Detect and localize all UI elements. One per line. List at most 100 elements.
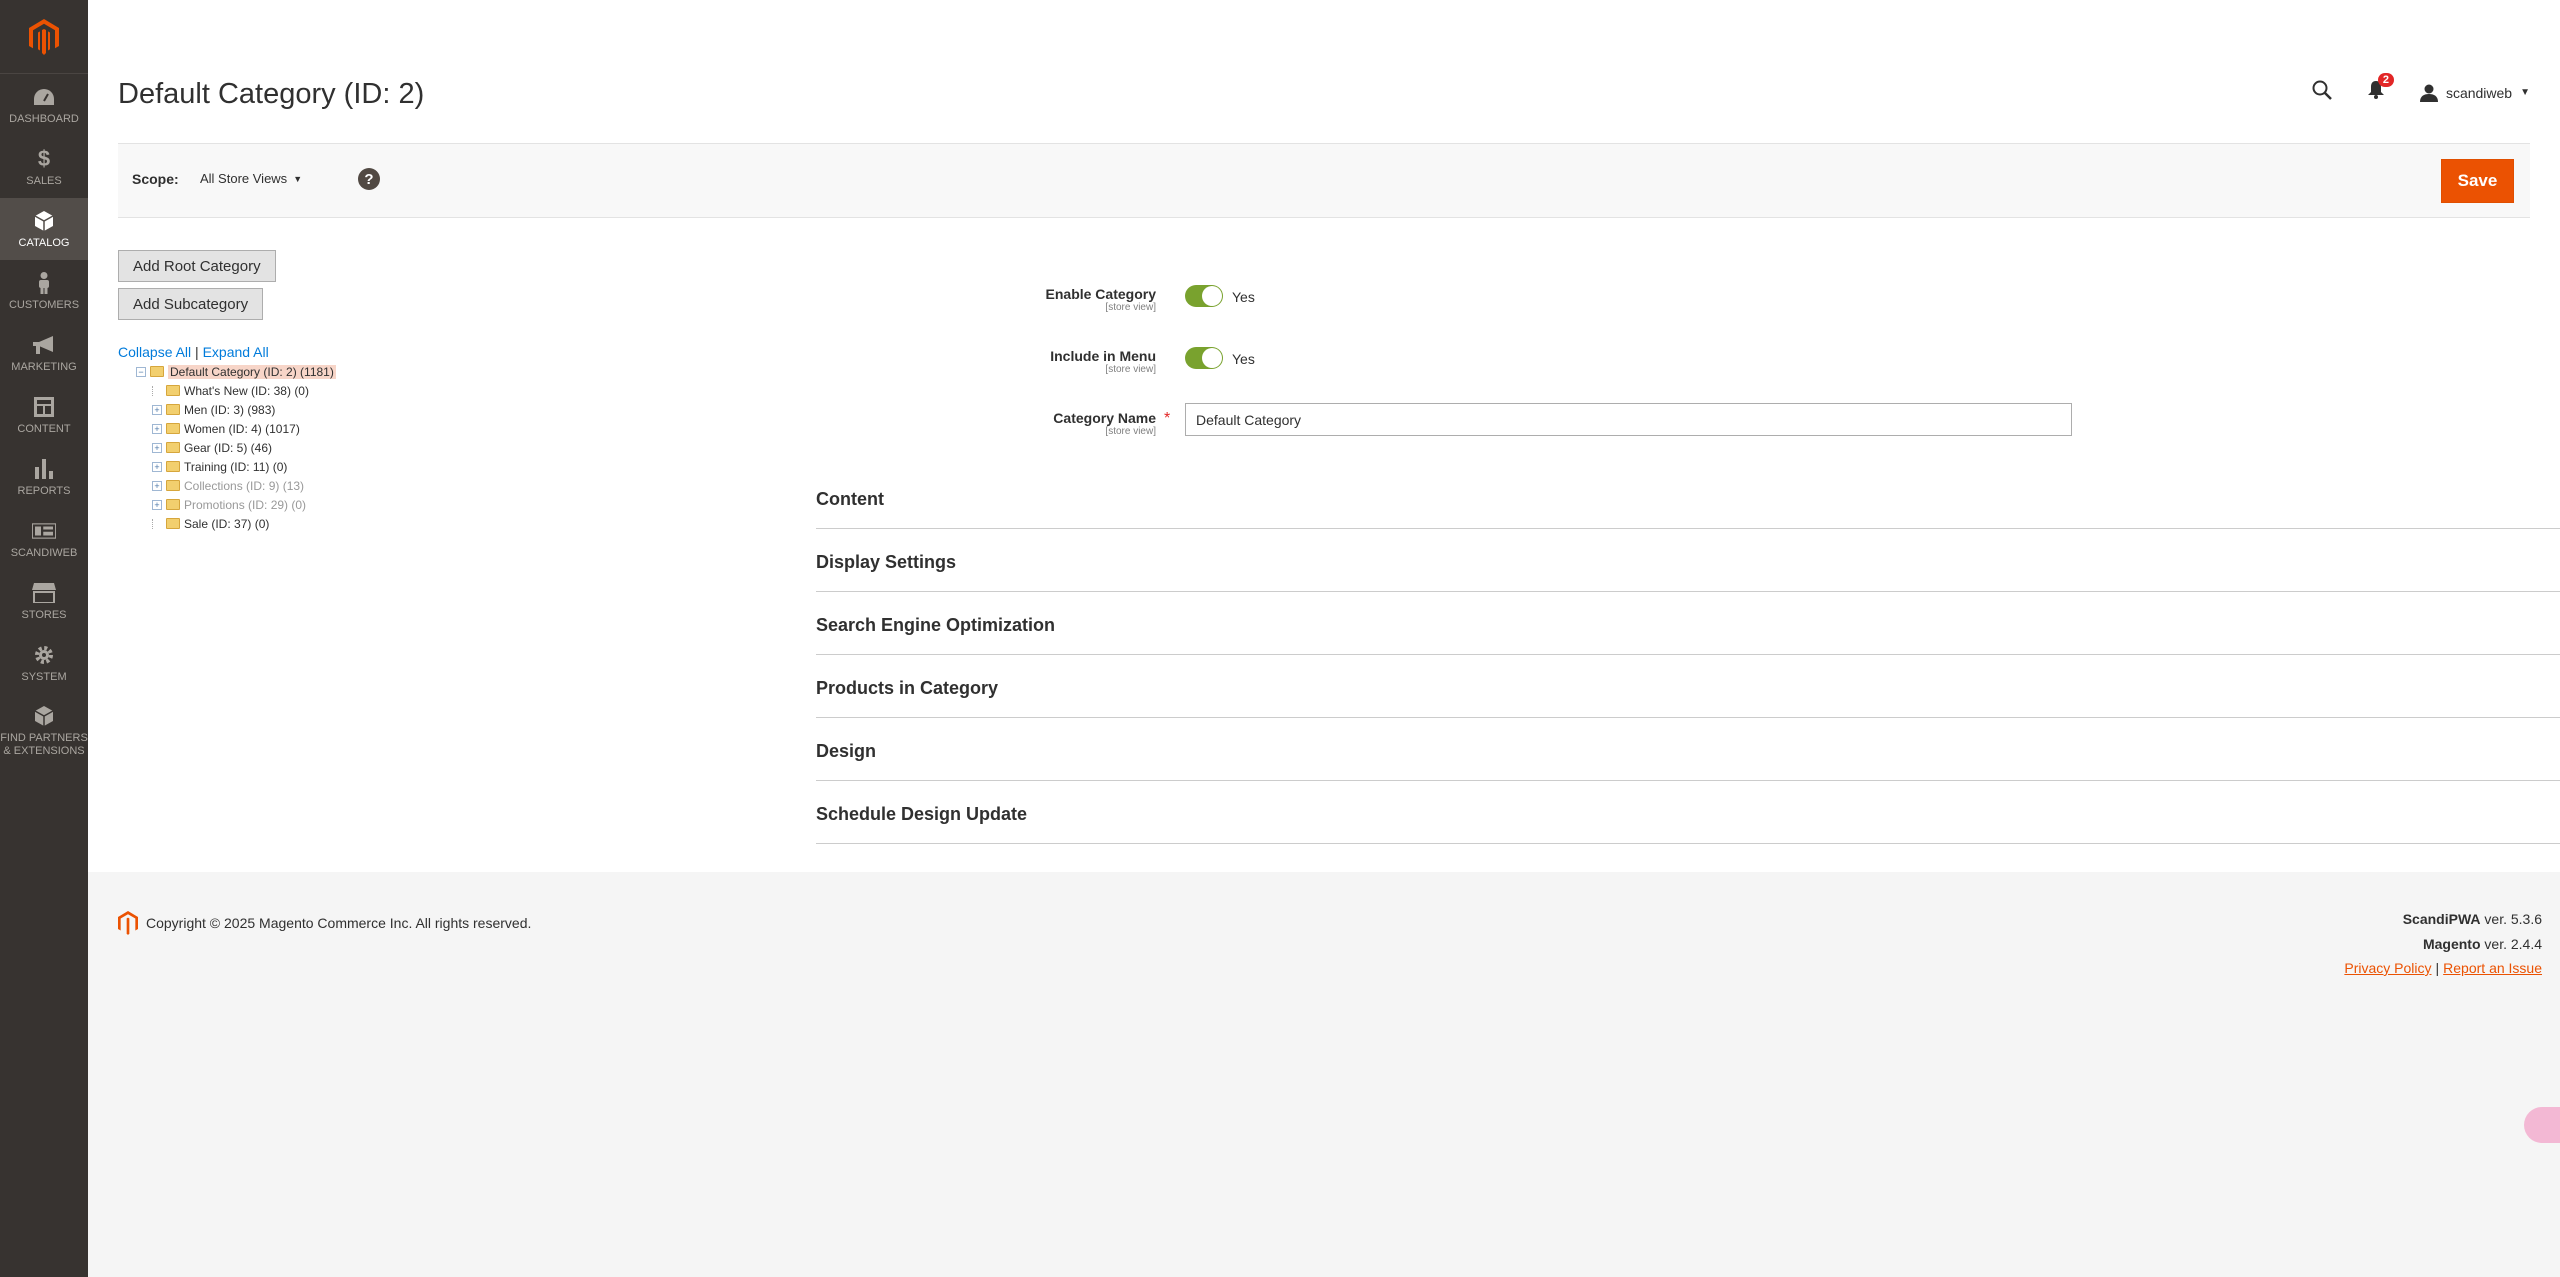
folder-icon: [166, 442, 180, 453]
magento-footer-logo: [118, 911, 138, 935]
tree-node-label[interactable]: Men (ID: 3) (983): [184, 403, 275, 417]
notifications-bell[interactable]: 2: [2367, 73, 2394, 104]
scope-switcher[interactable]: All Store Views ▼: [200, 171, 302, 186]
user-icon: [2419, 84, 2438, 102]
tree-node-label[interactable]: Women (ID: 4) (1017): [184, 422, 300, 436]
tree-node-label[interactable]: Default Category (ID: 2) (1181): [168, 364, 336, 379]
folder-icon: [166, 423, 180, 434]
header-actions: 2 scandiweb ▼: [2312, 73, 2530, 105]
nav-find-partners[interactable]: FIND PARTNERS & EXTENSIONS: [0, 694, 88, 768]
tree-node[interactable]: + Collections (ID: 9) (13): [136, 476, 336, 495]
scandipwa-version: ScandiPWA ver. 5.3.6: [2403, 911, 2542, 927]
tree-node[interactable]: What's New (ID: 38) (0): [136, 381, 336, 400]
admin-sidebar: DASHBOARD $ SALES CATALOG CUSTOMERS MARK…: [0, 0, 88, 1277]
tree-toggle-icon[interactable]: +: [152, 480, 162, 491]
scope-toolbar: Scope: All Store Views ▼ ? Save: [118, 143, 2530, 218]
nav-find-partners-label: FIND PARTNERS & EXTENSIONS: [0, 732, 88, 757]
separator: |: [195, 344, 199, 360]
tree-node-label[interactable]: Collections (ID: 9) (13): [184, 479, 304, 493]
nav-scandiweb[interactable]: SCANDIWEB: [0, 508, 88, 570]
tree-node-label[interactable]: What's New (ID: 38) (0): [184, 384, 309, 398]
scandipwa-name: ScandiPWA: [2402, 911, 2481, 927]
include-in-menu-label: Include in Menu [store view]: [988, 348, 1156, 375]
tree-node-label[interactable]: Promotions (ID: 29) (0): [184, 498, 306, 512]
nav-dashboard[interactable]: DASHBOARD: [0, 74, 88, 136]
store-view-scope-label: [store view]: [1105, 426, 1156, 437]
privacy-policy-link[interactable]: Privacy Policy: [2344, 960, 2431, 976]
tree-node-label[interactable]: Gear (ID: 5) (46): [184, 441, 272, 455]
store-view-scope-label: [store view]: [1105, 364, 1156, 375]
tree-node[interactable]: + Gear (ID: 5) (46): [136, 438, 336, 457]
person-icon: [32, 271, 56, 295]
collapse-all-link[interactable]: Collapse All: [118, 344, 191, 360]
nav-stores[interactable]: STORES: [0, 570, 88, 632]
enable-category-label-text: Enable Category: [1045, 286, 1156, 302]
section-header[interactable]: Products in Category: [816, 655, 2560, 718]
chevron-down-icon: ▼: [2520, 87, 2530, 98]
tree-node[interactable]: + Training (ID: 11) (0): [136, 457, 336, 476]
nav-system-label: SYSTEM: [21, 671, 67, 683]
enable-category-toggle[interactable]: [1185, 285, 1223, 307]
tree-toggle-icon[interactable]: +: [152, 404, 162, 415]
tree-node-label[interactable]: Training (ID: 11) (0): [184, 460, 287, 474]
tree-toggle-icon[interactable]: +: [152, 423, 162, 434]
tree-node-label[interactable]: Sale (ID: 37) (0): [184, 517, 269, 531]
notifications-count-badge: 2: [2377, 73, 2394, 87]
expand-all-link[interactable]: Expand All: [203, 344, 269, 360]
nav-scandiweb-label: SCANDIWEB: [10, 547, 78, 559]
tree-node[interactable]: Sale (ID: 37) (0): [136, 514, 336, 533]
chevron-down-icon: ▼: [293, 173, 303, 184]
nav-dashboard-label: DASHBOARD: [9, 113, 79, 125]
folder-icon: [166, 461, 180, 472]
section-header[interactable]: Schedule Design Update: [816, 781, 2560, 844]
tree-node[interactable]: − Default Category (ID: 2) (1181): [136, 362, 336, 381]
dollar-icon: $: [37, 146, 51, 171]
add-root-category-button[interactable]: Add Root Category: [118, 250, 276, 282]
nav-content-label: CONTENT: [17, 423, 71, 435]
folder-icon: [166, 499, 180, 510]
tree-toggle-icon[interactable]: +: [152, 499, 162, 510]
nav-system[interactable]: SYSTEM: [0, 632, 88, 694]
scope-label: Scope:: [132, 171, 179, 187]
nav-catalog[interactable]: CATALOG: [0, 198, 88, 260]
tree-node[interactable]: + Promotions (ID: 29) (0): [136, 495, 336, 514]
magento-logo[interactable]: [0, 0, 88, 74]
admin-user-menu[interactable]: scandiweb ▼: [2419, 84, 2530, 102]
save-button[interactable]: Save: [2441, 159, 2514, 203]
category-name-input[interactable]: [1185, 403, 2072, 436]
nav-reports[interactable]: REPORTS: [0, 446, 88, 508]
report-issue-link[interactable]: Report an Issue: [2443, 960, 2542, 976]
include-in-menu-value: Yes: [1232, 351, 1255, 367]
section-header[interactable]: Design: [816, 718, 2560, 781]
tree-toggle-icon[interactable]: +: [152, 461, 162, 472]
tree-toggle-icon[interactable]: −: [136, 366, 146, 377]
gear-icon: [32, 643, 56, 667]
translate-widget-button[interactable]: [2524, 1107, 2560, 1143]
username: scandiweb: [2445, 84, 2513, 101]
tree-spacer: [152, 518, 162, 529]
add-subcategory-button[interactable]: Add Subcategory: [118, 288, 264, 320]
enable-category-label: Enable Category [store view]: [988, 286, 1156, 313]
tree-node[interactable]: + Women (ID: 4) (1017): [136, 419, 336, 438]
tree-toggle-icon[interactable]: +: [152, 442, 162, 453]
nav-catalog-label: CATALOG: [18, 237, 70, 249]
copyright-text: Copyright © 2025 Magento Commerce Inc. A…: [146, 915, 532, 931]
nav-marketing[interactable]: MARKETING: [0, 322, 88, 384]
section-header[interactable]: Content: [816, 466, 2560, 529]
nav-sales[interactable]: $ SALES: [0, 136, 88, 198]
nav-reports-label: REPORTS: [17, 485, 71, 497]
section-header[interactable]: Display Settings: [816, 529, 2560, 592]
nav-customers[interactable]: CUSTOMERS: [0, 260, 88, 322]
copyright: Copyright © 2025 Magento Commerce Inc. A…: [118, 911, 531, 935]
nav-content[interactable]: CONTENT: [0, 384, 88, 446]
include-in-menu-toggle[interactable]: [1185, 347, 1223, 369]
tree-node[interactable]: + Men (ID: 3) (983): [136, 400, 336, 419]
page-footer: Copyright © 2025 Magento Commerce Inc. A…: [88, 872, 2560, 1277]
category-name-label: Category Name [store view]: [988, 410, 1156, 437]
required-asterisk: *: [1164, 410, 1171, 427]
megaphone-icon: [32, 333, 56, 357]
help-icon[interactable]: ?: [358, 168, 380, 190]
search-icon[interactable]: [2312, 80, 2332, 105]
magento-name: Magento: [2422, 936, 2481, 952]
section-header[interactable]: Search Engine Optimization: [816, 592, 2560, 655]
